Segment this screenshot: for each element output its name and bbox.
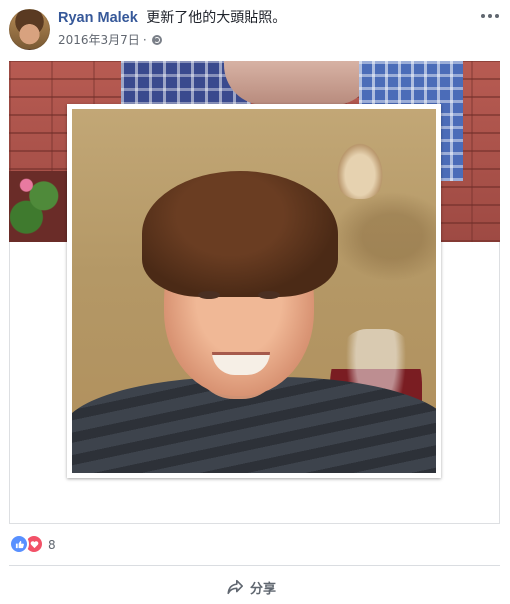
share-label: 分享 (250, 581, 277, 597)
more-options-icon[interactable] (480, 8, 500, 24)
reactions-summary[interactable]: 8 (9, 534, 56, 554)
globe-icon[interactable] (151, 34, 162, 45)
profile-picture[interactable] (67, 104, 441, 478)
reaction-count[interactable]: 8 (48, 537, 56, 553)
post-meta: 2016年3月7日 · (58, 31, 162, 48)
post-action-text: 更新了他的大頭貼照。 (146, 10, 287, 26)
share-button[interactable]: 分享 (226, 576, 276, 598)
profile-update-post: Ryan Malek 更新了他的大頭貼照。 2016年3月7日 · 8 分享 (0, 0, 510, 604)
author-name-link[interactable]: Ryan Malek (58, 10, 138, 26)
author-avatar[interactable] (9, 9, 50, 50)
meta-separator: · (142, 32, 147, 47)
action-bar-divider (9, 565, 500, 566)
like-reaction-icon (9, 534, 29, 554)
post-header: Ryan Malek 更新了他的大頭貼照。 (58, 9, 286, 27)
post-timestamp[interactable]: 2016年3月7日 (58, 31, 140, 48)
share-arrow-icon (227, 579, 244, 595)
